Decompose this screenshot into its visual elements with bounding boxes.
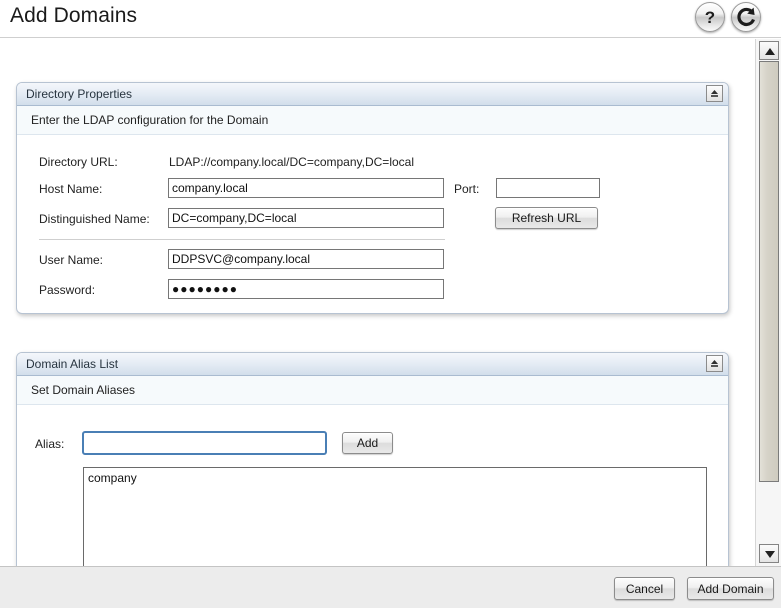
domain-alias-list-panel: Domain Alias List Set Domain Aliases Ali…: [16, 352, 729, 566]
directory-properties-header: Directory Properties: [17, 83, 728, 106]
collapse-icon: [711, 90, 718, 97]
page-title: Add Domains: [10, 4, 138, 27]
alias-label: Alias:: [35, 437, 65, 451]
directory-url-value: LDAP://company.local/DC=company,DC=local: [169, 155, 414, 169]
password-row: Password:: [17, 279, 730, 301]
directory-properties-title: Directory Properties: [26, 87, 133, 101]
user-name-input[interactable]: [168, 249, 444, 269]
scrollbar-thumb[interactable]: [759, 61, 779, 482]
alias-input[interactable]: [82, 431, 327, 455]
user-name-row: User Name:: [17, 249, 730, 271]
directory-properties-collapse-button[interactable]: [706, 85, 723, 102]
host-name-label: Host Name:: [39, 182, 103, 196]
alias-row: Alias: Add: [17, 431, 730, 455]
alias-list-box[interactable]: [83, 467, 707, 566]
directory-url-row: Directory URL: LDAP://company.local/DC=c…: [17, 151, 730, 173]
footer-bar: Cancel Add Domain: [0, 566, 781, 608]
svg-text:?: ?: [705, 8, 715, 27]
cancel-button[interactable]: Cancel: [614, 577, 675, 600]
domain-alias-list-header: Domain Alias List: [17, 353, 728, 376]
refresh-button[interactable]: [731, 2, 761, 32]
distinguished-name-input[interactable]: [168, 208, 444, 228]
scroll-up-arrow-icon: [765, 48, 775, 55]
host-name-input[interactable]: [168, 178, 444, 198]
directory-properties-subheader-text: Enter the LDAP configuration for the Dom…: [31, 113, 269, 127]
form-divider: [39, 239, 445, 240]
port-input[interactable]: [496, 178, 600, 198]
collapse-icon: [711, 360, 718, 367]
scroll-down-arrow-icon: [765, 551, 775, 558]
scroll-up-button[interactable]: [759, 41, 779, 60]
password-label: Password:: [39, 283, 96, 297]
scroll-content-area: Directory Properties Enter the LDAP conf…: [0, 39, 755, 566]
domain-alias-list-collapse-button[interactable]: [706, 355, 723, 372]
question-mark-icon: ?: [705, 8, 715, 27]
password-input[interactable]: [168, 279, 444, 299]
vertical-scrollbar[interactable]: [755, 39, 781, 566]
help-button[interactable]: ?: [695, 2, 725, 32]
add-domain-button[interactable]: Add Domain: [687, 577, 774, 600]
user-name-label: User Name:: [39, 253, 104, 267]
domain-alias-list-subheader: Set Domain Aliases: [17, 376, 728, 405]
distinguished-name-row: Distinguished Name: Refresh URL: [17, 207, 730, 230]
domain-alias-list-subheader-text: Set Domain Aliases: [31, 383, 136, 397]
domain-alias-list-title: Domain Alias List: [26, 357, 119, 371]
add-alias-button[interactable]: Add: [342, 432, 393, 454]
refresh-url-button[interactable]: Refresh URL: [495, 207, 598, 229]
page-header: Add Domains ?: [0, 0, 781, 38]
directory-url-label: Directory URL:: [39, 155, 118, 169]
directory-properties-panel: Directory Properties Enter the LDAP conf…: [16, 82, 729, 314]
distinguished-name-label: Distinguished Name:: [39, 212, 150, 226]
refresh-icon: [737, 7, 756, 27]
directory-properties-subheader: Enter the LDAP configuration for the Dom…: [17, 106, 728, 135]
host-name-row: Host Name: Port:: [17, 178, 730, 200]
port-label: Port:: [454, 182, 480, 196]
scroll-down-button[interactable]: [759, 544, 779, 563]
header-tools: ?: [695, 2, 761, 32]
